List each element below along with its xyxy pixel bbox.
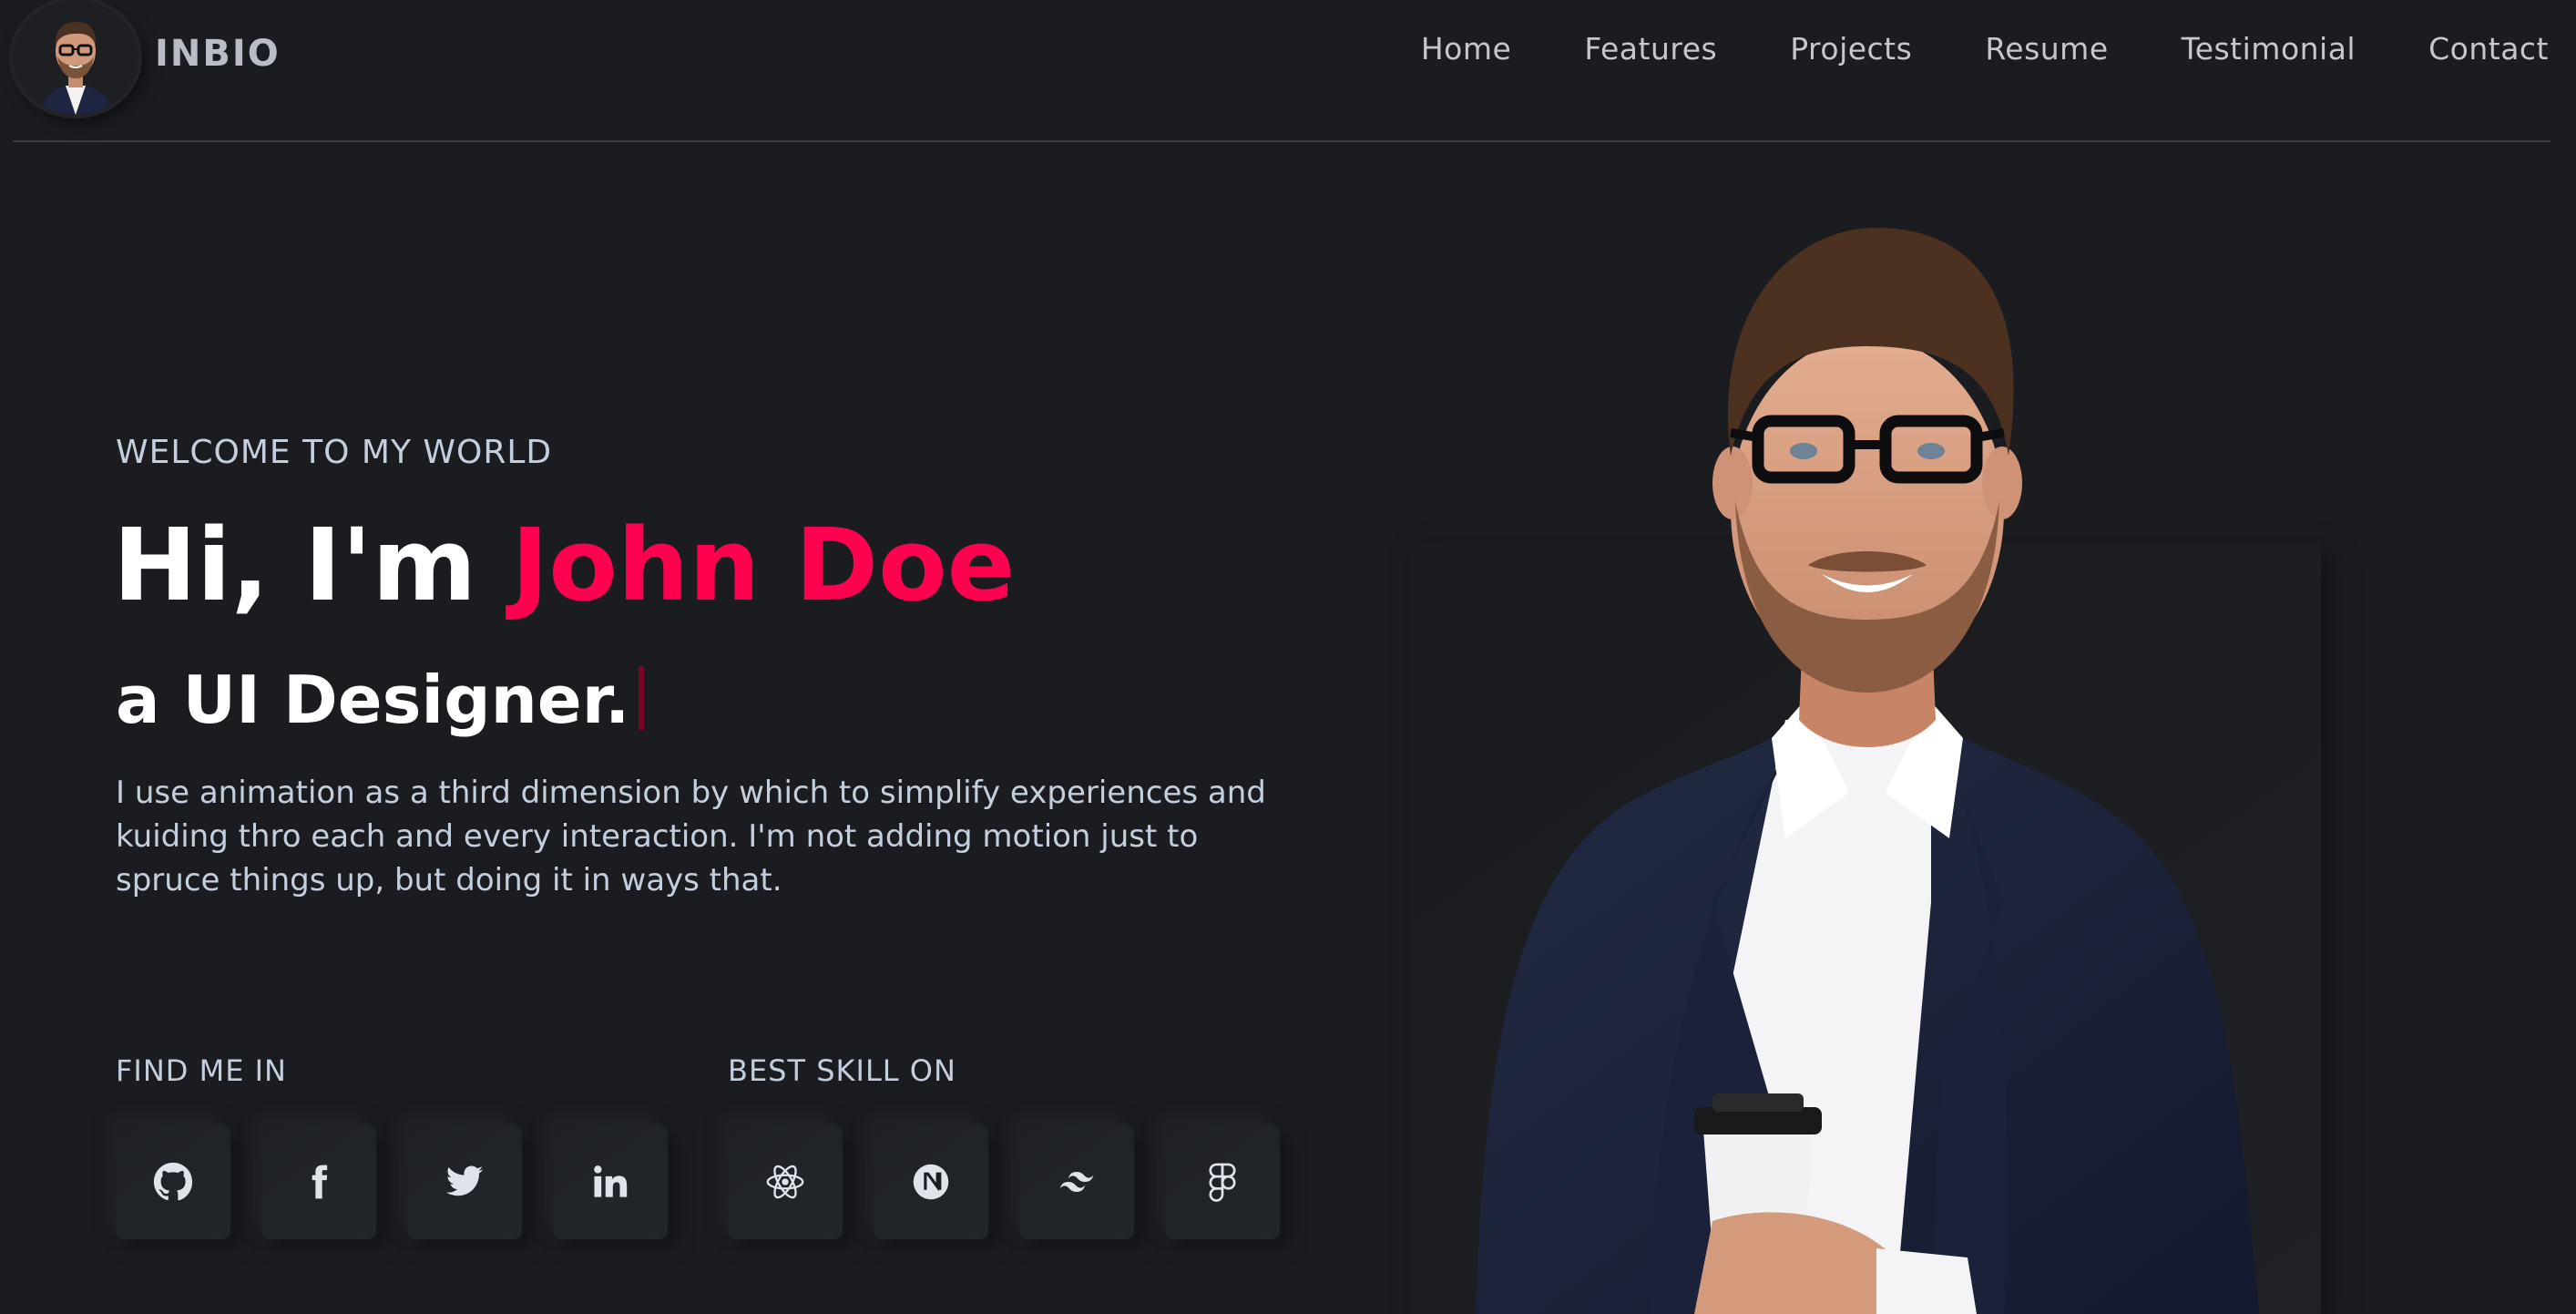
github-icon — [153, 1162, 193, 1201]
nav-projects[interactable]: Projects — [1790, 31, 1912, 67]
nav-contact[interactable]: Contact — [2428, 31, 2549, 67]
role-text: a UI Designer. — [116, 662, 630, 738]
main-nav: Home Features Projects Resume Testimonia… — [1421, 31, 2549, 67]
portrait-image — [1476, 228, 2259, 1314]
skills-title: BEST SKILL ON — [728, 1053, 956, 1088]
nextjs-icon — [913, 1164, 949, 1200]
welcome-text: WELCOME TO MY WORLD — [116, 434, 553, 471]
facebook-icon — [312, 1165, 328, 1199]
linkedin-icon — [594, 1165, 628, 1197]
social-links — [116, 1124, 668, 1239]
figma-skill[interactable] — [1165, 1124, 1280, 1239]
facebook-button[interactable] — [261, 1124, 376, 1239]
hero-heading: Hi, I'm John Doe — [113, 507, 1015, 623]
twitter-icon — [445, 1165, 484, 1196]
nextjs-skill[interactable] — [874, 1124, 988, 1239]
typing-cursor — [639, 666, 645, 730]
greeting-text: Hi, I'm — [113, 507, 512, 623]
linkedin-button[interactable] — [553, 1124, 668, 1239]
nav-features[interactable]: Features — [1584, 31, 1717, 67]
avatar-image — [18, 0, 133, 115]
site-header: INBIO Home Features Projects Resume Test… — [0, 0, 2576, 142]
nav-home[interactable]: Home — [1421, 31, 1511, 67]
twitter-button[interactable] — [407, 1124, 522, 1239]
react-icon — [766, 1165, 804, 1199]
hero-name: John Doe — [511, 507, 1016, 623]
github-button[interactable] — [116, 1124, 230, 1239]
nav-testimonial[interactable]: Testimonial — [2182, 31, 2356, 67]
react-skill[interactable] — [728, 1124, 843, 1239]
skill-list — [728, 1124, 1280, 1239]
avatar[interactable] — [13, 0, 138, 115]
find-me-title: FIND ME IN — [116, 1053, 287, 1088]
nav-resume[interactable]: Resume — [1985, 31, 2108, 67]
header-divider — [13, 140, 2550, 142]
hero-description: I use animation as a third dimension by … — [116, 775, 1266, 898]
brand-name[interactable]: INBIO — [155, 33, 281, 75]
tailwind-icon — [1059, 1172, 1094, 1192]
hero-role: a UI Designer. — [116, 662, 645, 738]
figma-icon — [1209, 1163, 1236, 1202]
tailwind-skill[interactable] — [1019, 1124, 1134, 1239]
